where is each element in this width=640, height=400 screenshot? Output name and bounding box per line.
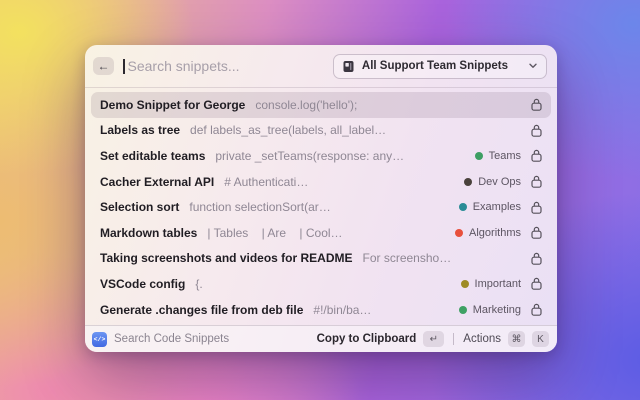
tag-label: Important bbox=[474, 277, 521, 290]
snippet-row[interactable]: Demo Snippet for George console.log('hel… bbox=[91, 92, 551, 118]
search-input[interactable]: Search snippets... bbox=[123, 58, 324, 74]
snippet-row[interactable]: VSCode config {. Important bbox=[91, 271, 551, 297]
snippet-code-preview: # Authenticati… bbox=[224, 174, 309, 189]
tag-label: Teams bbox=[488, 149, 521, 162]
code-snippets-app-icon: </> bbox=[92, 331, 107, 347]
lock-icon bbox=[531, 226, 542, 240]
snippet-title: Generate .changes file from deb file bbox=[100, 302, 304, 317]
snippet-code-preview: private _setTeams(response: any… bbox=[215, 148, 405, 163]
k-keycap: K bbox=[532, 331, 549, 347]
footer-divider bbox=[453, 333, 455, 345]
tag-label: Marketing bbox=[472, 303, 521, 316]
snippet-code-preview: For screensho… bbox=[362, 251, 452, 266]
snippet-code-preview: def labels_as_tree(labels, all_label… bbox=[190, 123, 387, 138]
footer-bar: </> Search Code Snippets Copy to Clipboa… bbox=[85, 325, 557, 352]
tag-color-dot bbox=[455, 228, 464, 237]
tag-label: Examples bbox=[472, 201, 521, 214]
snippet-title: Selection sort bbox=[100, 200, 180, 215]
snippet-title: Labels as tree bbox=[100, 123, 181, 138]
snippet-code-preview: {. bbox=[195, 276, 203, 291]
copy-to-clipboard-button[interactable]: Copy to Clipboard bbox=[317, 333, 417, 345]
lock-icon bbox=[531, 201, 542, 214]
snippet-tag: Marketing bbox=[458, 303, 521, 316]
lock-icon bbox=[531, 149, 542, 163]
snippet-row[interactable]: Generate .changes file from deb file #!/… bbox=[91, 297, 551, 323]
snippet-row[interactable]: Markdown tables | Tables | Are | Cool… A… bbox=[91, 220, 551, 246]
snippet-title: Set editable teams bbox=[100, 148, 206, 163]
back-button[interactable]: ← bbox=[93, 57, 114, 75]
lock-icon bbox=[531, 175, 542, 188]
snippet-row[interactable]: Taking screenshots and videos for README… bbox=[91, 246, 551, 272]
search-placeholder: Search snippets... bbox=[127, 58, 240, 74]
snippet-row[interactable]: Labels as tree def labels_as_tree(labels… bbox=[91, 118, 551, 144]
snippet-tag: Algorithms bbox=[455, 227, 521, 239]
tag-color-dot bbox=[458, 305, 467, 314]
snippet-title: Markdown tables bbox=[100, 225, 198, 240]
tag-color-dot bbox=[460, 279, 469, 288]
snippet-title: Demo Snippet for George bbox=[100, 97, 246, 112]
snippet-list: Demo Snippet for George console.log('hel… bbox=[85, 88, 557, 325]
snippet-row[interactable]: Selection sort function selectionSort(ar… bbox=[91, 194, 551, 220]
lock-icon bbox=[531, 98, 542, 112]
return-keycap: ↵ bbox=[423, 331, 445, 347]
tag-label: Algorithms bbox=[469, 226, 521, 239]
snippet-title: Taking screenshots and videos for README bbox=[100, 251, 353, 266]
snippet-code-preview: function selectionSort(ar… bbox=[189, 200, 331, 215]
footer-actions: Copy to Clipboard ↵ Actions ⌘ K bbox=[317, 331, 549, 347]
snippet-library-dropdown[interactable]: All Support Team Snippets bbox=[332, 53, 547, 79]
chevron-down-icon bbox=[529, 63, 537, 69]
text-caret bbox=[123, 58, 125, 74]
command-keycap: ⌘ bbox=[508, 331, 525, 347]
actions-button[interactable]: Actions bbox=[463, 333, 501, 345]
snippet-row[interactable]: Cacher External API # Authenticati… Dev … bbox=[91, 169, 551, 195]
snippet-code-preview: #!/bin/ba… bbox=[313, 302, 372, 317]
lock-icon bbox=[531, 124, 542, 137]
dropdown-selected-value: All Support Team Snippets bbox=[361, 60, 508, 72]
tag-color-dot bbox=[474, 151, 483, 160]
snippet-tag: Examples bbox=[458, 201, 521, 214]
snippet-search-window: ← Search snippets... All Support Team Sn… bbox=[85, 45, 557, 352]
tag-label: Dev Ops bbox=[478, 175, 521, 188]
lock-icon bbox=[531, 303, 542, 316]
snippet-title: VSCode config bbox=[100, 276, 186, 291]
snippet-title: Cacher External API bbox=[100, 174, 215, 189]
snippet-tag: Important bbox=[460, 277, 521, 290]
snippets-library-icon bbox=[342, 60, 355, 73]
tag-color-dot bbox=[458, 203, 467, 212]
lock-icon bbox=[531, 277, 542, 291]
snippet-code-preview: | Tables | Are | Cool… bbox=[207, 225, 343, 240]
tag-color-dot bbox=[464, 177, 473, 186]
back-arrow-icon: ← bbox=[97, 59, 110, 73]
search-bar: ← Search snippets... All Support Team Sn… bbox=[85, 45, 557, 88]
footer-app-label: Search Code Snippets bbox=[114, 333, 230, 345]
snippet-tag: Teams bbox=[474, 149, 521, 162]
snippet-row[interactable]: Set editable teams private _setTeams(res… bbox=[91, 143, 551, 169]
lock-icon bbox=[531, 252, 542, 265]
snippet-tag: Dev Ops bbox=[464, 176, 521, 188]
snippet-code-preview: console.log('hello'); bbox=[255, 97, 358, 112]
